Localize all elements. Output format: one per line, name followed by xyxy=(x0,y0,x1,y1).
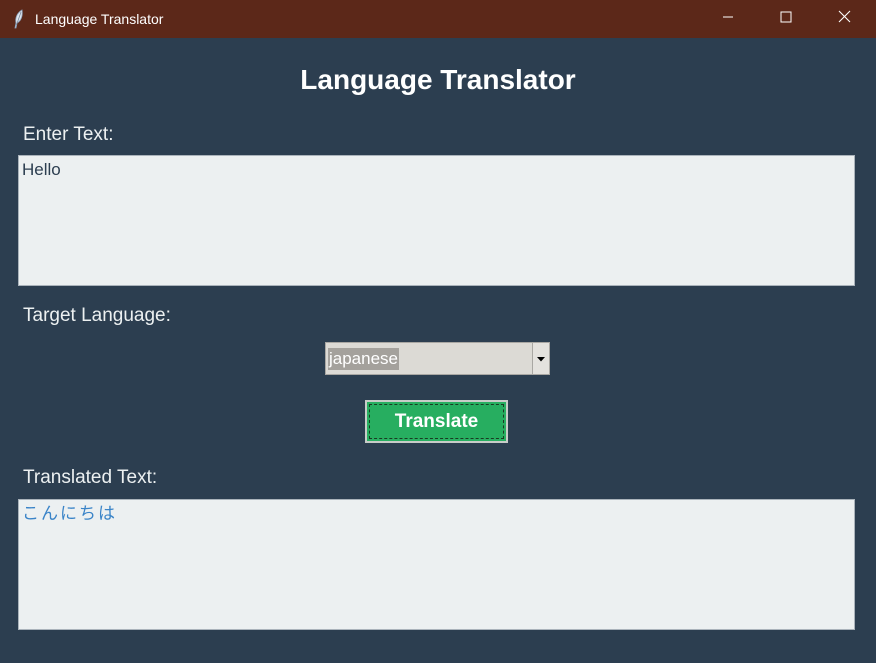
title-bar[interactable]: Language Translator xyxy=(0,0,876,38)
target-language-label: Target Language: xyxy=(23,305,171,326)
maximize-button[interactable] xyxy=(757,0,815,38)
output-text-area[interactable]: こんにちは xyxy=(18,499,855,630)
window-title: Language Translator xyxy=(35,11,164,27)
input-text-area[interactable]: Hello xyxy=(18,155,855,286)
close-icon xyxy=(838,10,851,28)
maximize-icon xyxy=(780,10,792,28)
language-select[interactable]: japanese xyxy=(325,342,550,375)
app-body: Language Translator Enter Text: Hello Ta… xyxy=(0,38,876,663)
translate-button[interactable]: Translate xyxy=(365,400,508,443)
page-title: Language Translator xyxy=(300,64,576,95)
language-select-value: japanese xyxy=(328,348,400,370)
translated-text-label: Translated Text: xyxy=(23,467,158,488)
enter-text-label: Enter Text: xyxy=(23,124,114,145)
close-button[interactable] xyxy=(815,0,873,38)
minimize-icon xyxy=(722,10,734,28)
dropdown-arrow-icon[interactable] xyxy=(532,343,549,374)
minimize-button[interactable] xyxy=(699,0,757,38)
feather-icon xyxy=(11,9,27,29)
